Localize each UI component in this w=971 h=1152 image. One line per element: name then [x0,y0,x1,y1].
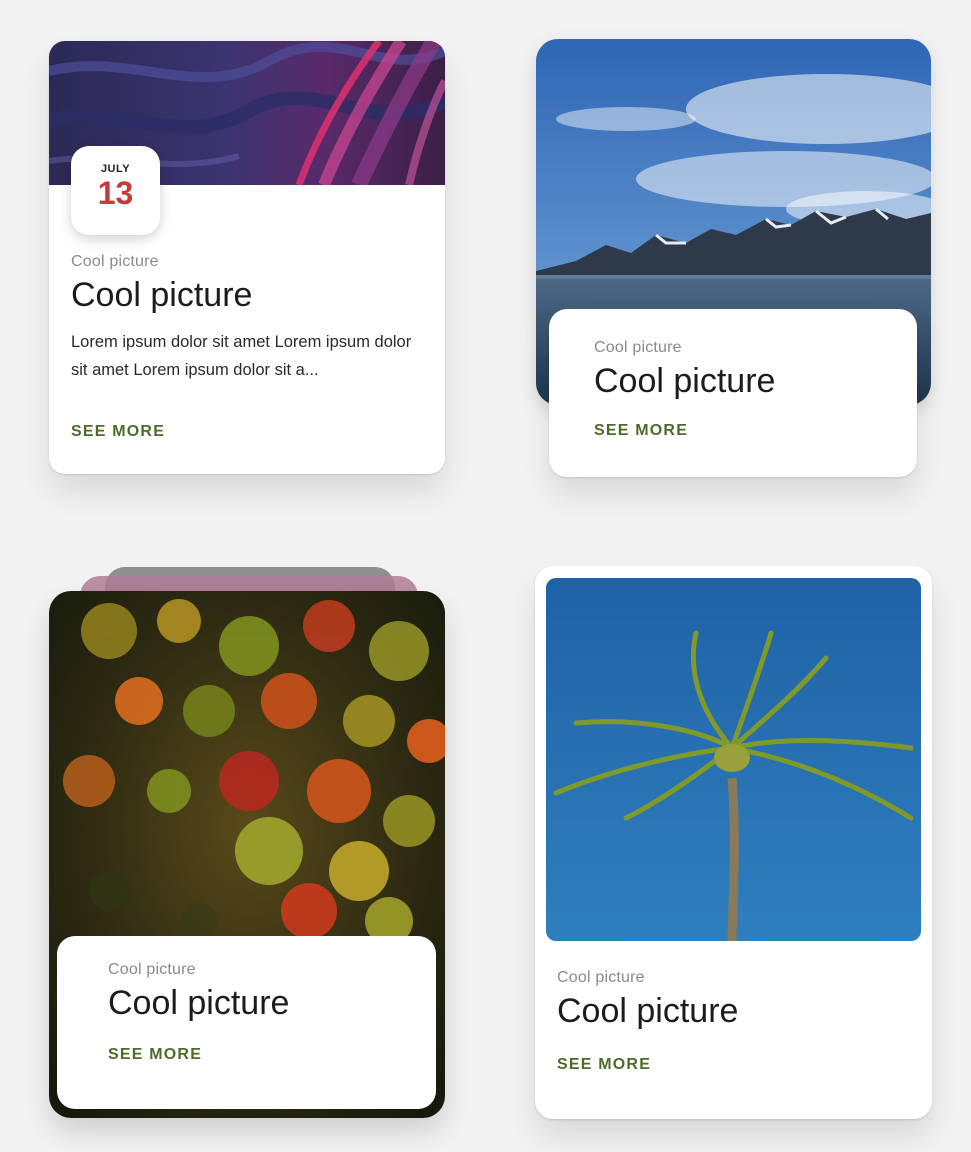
see-more-link[interactable]: SEE MORE [71,423,165,441]
date-month: JULY [100,163,131,175]
card-info-panel: Cool picture Cool picture SEE MORE [57,936,436,1109]
card-description: Lorem ipsum dolor sit amet Lorem ipsum d… [71,333,412,380]
card-subtitle: Cool picture [594,339,682,356]
card-subtitle: Cool picture [71,253,159,270]
card-subtitle: Cool picture [557,969,645,986]
card-body: Cool picture Cool picture Lorem ipsum do… [71,253,423,384]
date-badge: JULY 13 [71,146,160,235]
bordered-card: Cool picture Cool picture SEE MORE [535,566,932,1119]
card-title: Cool picture [71,276,253,314]
card-info-panel: Cool picture Cool picture SEE MORE [549,309,917,477]
see-more-link[interactable]: SEE MORE [108,1046,202,1064]
date-day: 13 [97,175,134,211]
see-more-link[interactable]: SEE MORE [557,1056,651,1074]
event-card: JULY 13 Cool picture Cool picture Lorem … [49,41,445,474]
card-title: Cool picture [594,362,776,400]
card-title: Cool picture [108,984,290,1022]
card-title: Cool picture [557,992,739,1030]
card-image-palm-tree [546,578,921,941]
card-subtitle: Cool picture [108,961,196,978]
see-more-link[interactable]: SEE MORE [594,422,688,440]
